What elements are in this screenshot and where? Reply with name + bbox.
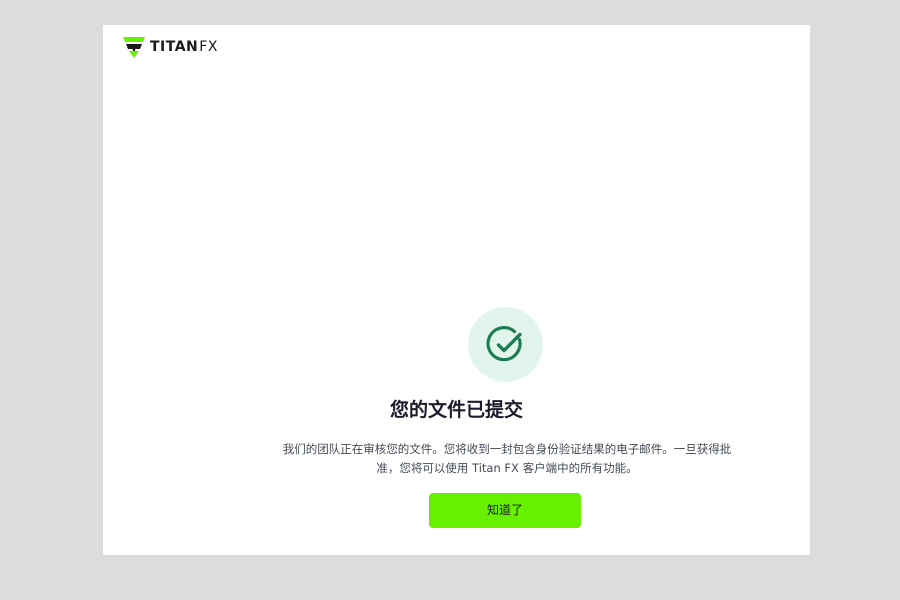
titan-shield-icon (123, 37, 145, 58)
page-title: 您的文件已提交 (389, 399, 523, 421)
description-text: 我们的团队正在审核您的文件。您将收到一封包含身份验证结果的电子邮件。一旦获得批准… (282, 442, 732, 475)
check-circle-icon (485, 325, 522, 361)
logo-text-main: TITAN (150, 39, 199, 55)
titan-fx-logo: TITANFX (122, 35, 218, 59)
success-icon-badge (468, 307, 543, 382)
got-it-button[interactable]: 知道了 (429, 493, 581, 528)
logo-text-suffix: FX (199, 39, 218, 55)
page-card: TITANFX 您的文件已提交 我们的团队正在审核您的文件。您将收到一封包含身份… (103, 25, 810, 555)
logo-wordmark: TITANFX (150, 35, 218, 59)
